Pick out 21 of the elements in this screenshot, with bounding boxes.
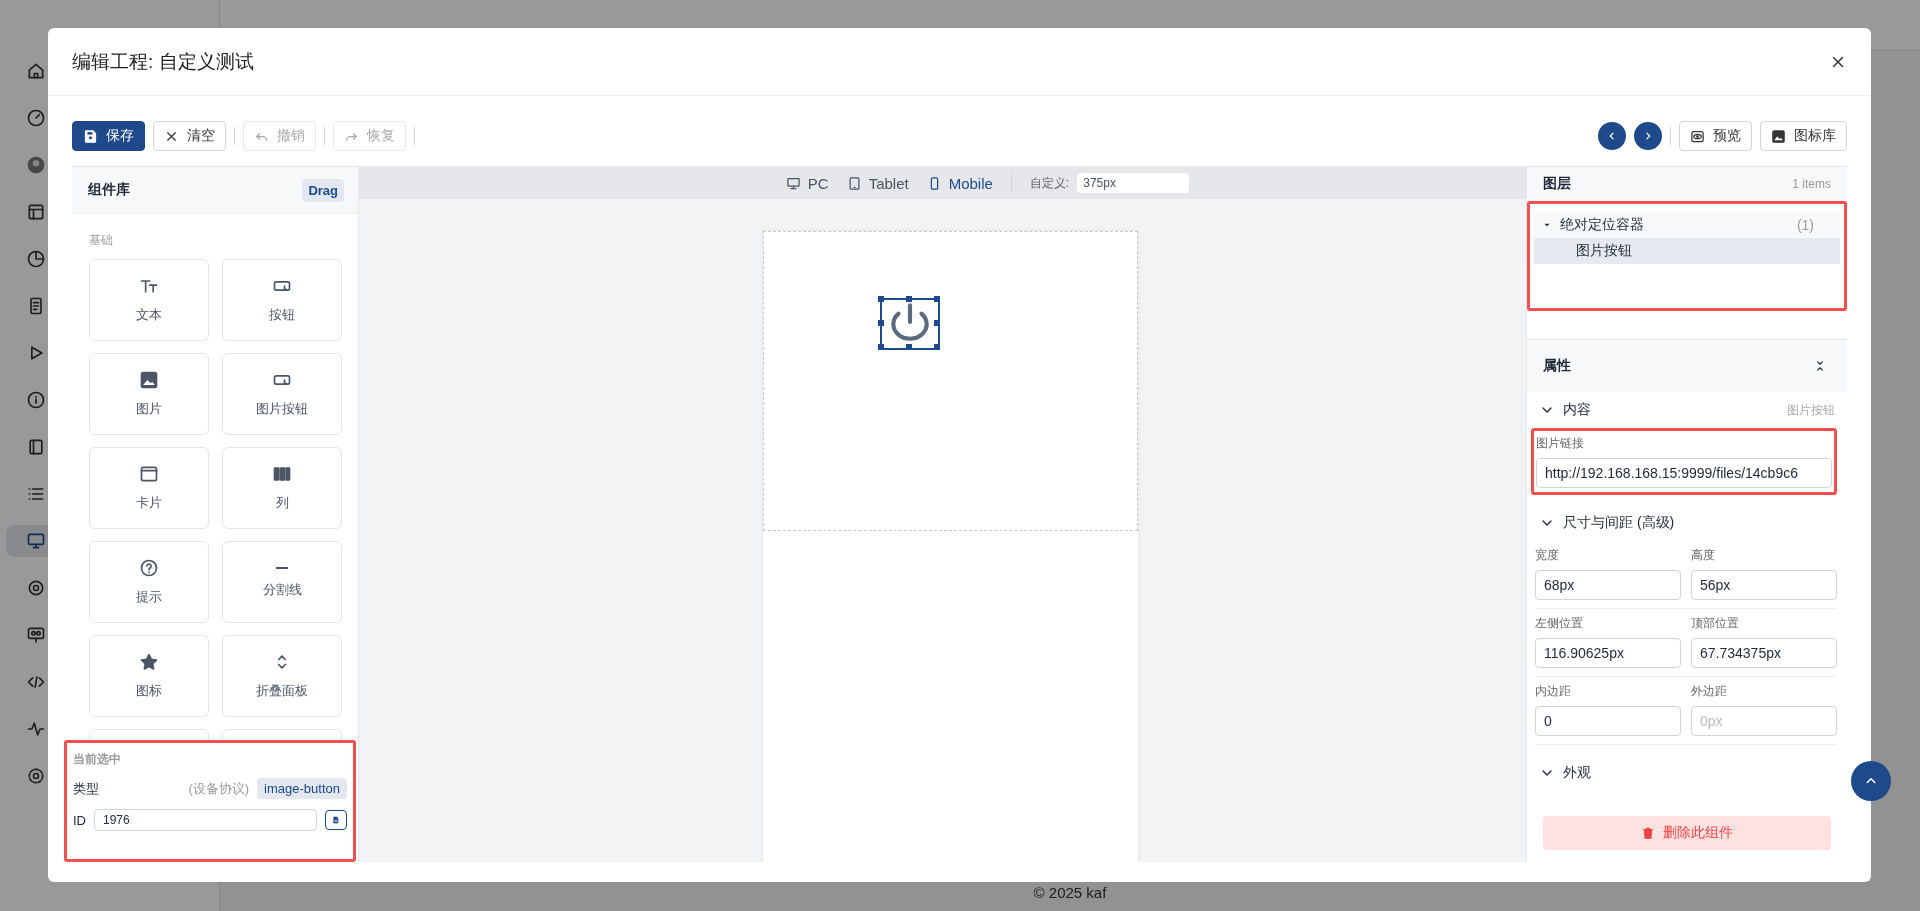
- panel-title: 属性: [1543, 357, 1571, 375]
- footer-text: © 2025 kaf: [1032, 883, 1108, 903]
- field-label: 顶部位置: [1691, 615, 1740, 632]
- selection-title: 当前选中: [73, 751, 122, 768]
- item-count: 1 items: [1792, 177, 1831, 191]
- field-label: 高度: [1691, 547, 1716, 564]
- protocol-label: (设备协议): [188, 779, 250, 798]
- field-label: 左侧位置: [1535, 615, 1584, 632]
- field-label: 内边距: [1535, 683, 1572, 700]
- panel-title: 组件库: [88, 181, 130, 199]
- field-label: 宽度: [1535, 547, 1560, 564]
- panel-title: 图层: [1543, 175, 1571, 193]
- type-label: 类型: [73, 779, 99, 798]
- id-label: ID: [73, 812, 86, 828]
- section-label: 基础: [88, 232, 114, 249]
- field-label: 外边距: [1691, 683, 1728, 700]
- custom-width-label: 自定义:: [1029, 174, 1070, 192]
- type-tag: image-button: [257, 778, 347, 799]
- drag-badge: Drag: [302, 178, 344, 202]
- dialog-title: 编辑工程: 自定义测试: [72, 49, 254, 74]
- field-label: 图片链接: [1536, 435, 1585, 452]
